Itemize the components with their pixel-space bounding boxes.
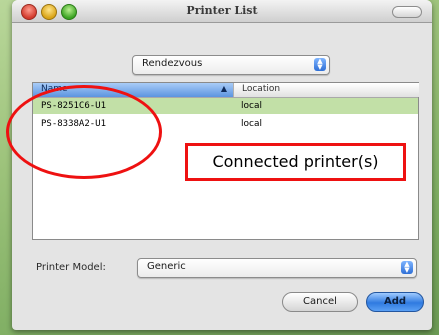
printer-model-label: Printer Model: xyxy=(36,262,106,273)
printer-model-value: Generic xyxy=(147,261,186,272)
column-location-label: Location xyxy=(242,84,281,94)
up-down-arrows-icon: ▲ ▼ xyxy=(314,58,326,71)
annotation-callout: Connected printer(s) xyxy=(185,143,406,181)
title-bar: Printer List xyxy=(12,0,432,23)
printer-location: local xyxy=(241,101,262,111)
printer-location: local xyxy=(241,119,262,129)
cancel-button[interactable]: Cancel xyxy=(282,292,358,312)
toolbar-toggle-button[interactable] xyxy=(392,6,422,18)
annotation-highlight-ellipse xyxy=(6,85,162,179)
printer-model-popup[interactable]: Generic ▲ ▼ xyxy=(137,258,417,278)
discovery-popup-value: Rendezvous xyxy=(142,58,203,69)
up-down-arrows-icon: ▲ ▼ xyxy=(401,261,413,274)
column-header-location[interactable]: Location xyxy=(233,83,419,97)
sort-ascending-icon: ▲ xyxy=(220,84,227,93)
add-button[interactable]: Add xyxy=(366,292,424,312)
window-title: Printer List xyxy=(186,4,258,17)
discovery-popup[interactable]: Rendezvous ▲ ▼ xyxy=(132,55,330,75)
